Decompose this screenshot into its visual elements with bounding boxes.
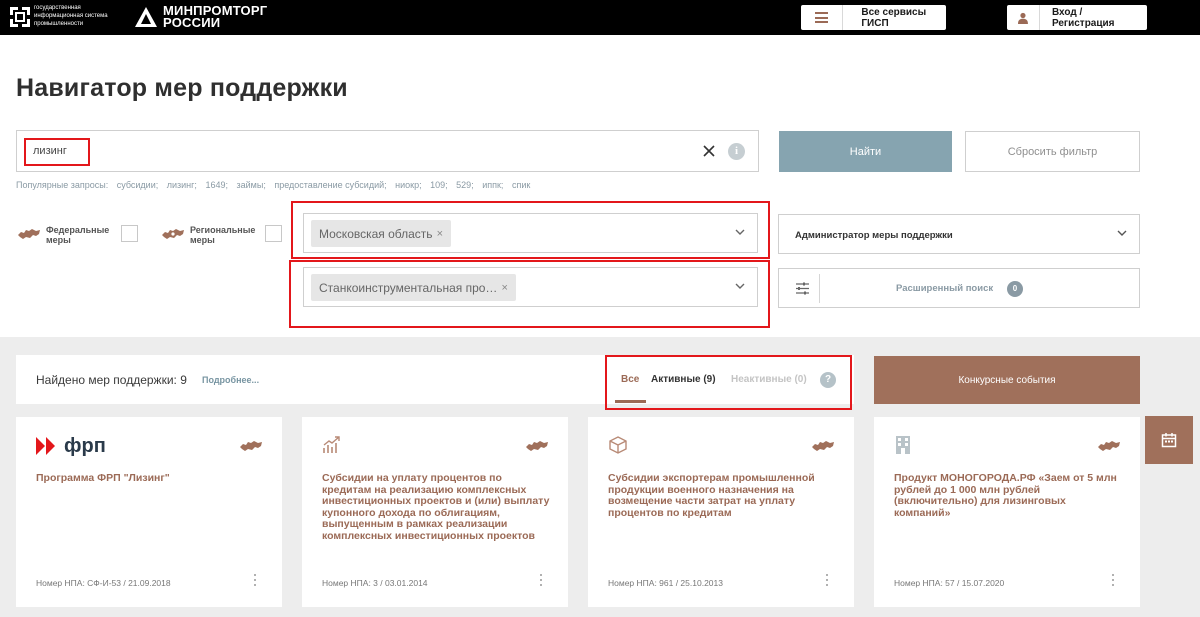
popular-query-link[interactable]: займы; [237,180,266,190]
box-icon [609,436,627,454]
support-measure-card[interactable]: Субсидии экспортерам промышленной продук… [588,417,854,607]
regional-measures-label: Региональные меры [190,225,256,245]
card-npa: Номер НПА: 3 / 03.01.2014 [322,578,428,588]
more-vertical-icon[interactable] [1111,574,1115,588]
russia-map-icon [812,441,834,451]
help-icon[interactable]: ? [820,372,836,388]
find-button[interactable]: Найти [779,131,952,172]
card-npa: Номер НПА: 961 / 25.10.2013 [608,578,723,588]
industry-chip[interactable]: Станкоинструментальная про… × [311,274,516,301]
russia-map-icon [1098,441,1120,451]
info-icon[interactable]: i [728,143,745,160]
region-select[interactable]: Московская область × [303,213,758,253]
frp-logo-icon: фрп [36,435,106,457]
support-measure-card[interactable]: Продукт МОНОГОРОДА.РФ «Заем от 5 млн руб… [874,417,1140,607]
popular-query-link[interactable]: ниокр; [395,180,421,190]
card-title[interactable]: Программа ФРП "Лизинг" [36,472,266,485]
calendar-button[interactable] [1145,416,1193,464]
divider [841,5,843,30]
all-services-label: Все сервисы ГИСП [861,6,927,29]
gisp-logo-text: государственная информационная система п… [34,5,108,27]
tab-inactive[interactable]: Неактивные (0) [731,374,807,385]
chevron-down-icon[interactable] [735,229,745,236]
tab-all-underline [615,400,646,403]
more-vertical-icon[interactable] [825,574,829,588]
advanced-search-label: Расширенный поиск [896,283,994,294]
chevron-down-icon[interactable] [1117,230,1127,237]
sliders-icon [796,282,809,295]
popular-query-link[interactable]: предоставление субсидий; [274,180,386,190]
support-measure-card[interactable]: Субсидии на уплату процентов по кредитам… [302,417,568,607]
russia-map-icon [18,229,40,239]
regional-measures-checkbox[interactable] [265,225,282,242]
advanced-search-button[interactable]: Расширенный поиск 0 [778,268,1140,308]
tab-active[interactable]: Активные (9) [651,374,716,385]
russia-map-icon [162,229,184,239]
chip-remove-icon[interactable]: × [501,282,507,294]
search-input[interactable]: лизинг i [16,130,759,172]
popular-queries-label: Популярные запросы: [16,180,109,190]
user-icon [1017,12,1028,24]
popular-query-link[interactable]: 109; [430,180,448,190]
more-link[interactable]: Подробнее... [202,375,259,385]
card-npa: Номер НПА: 57 / 15.07.2020 [894,578,1005,588]
card-npa: Номер НПА: СФ-И-53 / 21.09.2018 [36,578,171,588]
reset-filter-button[interactable]: Сбросить фильтр [965,131,1140,172]
advanced-search-count-badge: 0 [1007,281,1023,297]
calendar-icon [1161,433,1177,448]
card-title[interactable]: Субсидии на уплату процентов по кредитам… [322,472,552,542]
contest-events-button[interactable]: Конкурсные события [874,356,1140,404]
more-vertical-icon[interactable] [253,574,257,588]
divider [819,274,820,303]
building-icon [896,436,910,454]
all-services-button[interactable]: Все сервисы ГИСП [801,5,946,30]
frp-logo-text: фрп [64,435,106,457]
popular-query-link[interactable]: лизинг; [167,180,197,190]
administrator-select[interactable]: Администратор меры поддержки [778,214,1140,254]
card-title[interactable]: Продукт МОНОГОРОДА.РФ «Заем от 5 млн руб… [894,472,1124,519]
support-measure-card[interactable]: фрп Программа ФРП "Лизинг" Номер НПА: СФ… [16,417,282,607]
found-count: Найдено мер поддержки: 9 [36,373,187,387]
federal-measures-checkbox[interactable] [121,225,138,242]
growth-chart-icon [323,436,340,453]
popular-queries: Популярные запросы: субсидии; лизинг; 16… [16,180,536,190]
ministry-logo-icon[interactable] [134,6,158,28]
close-icon[interactable] [701,143,717,159]
login-button[interactable]: Вход / Регистрация [1007,5,1147,30]
popular-query-link[interactable]: 1649; [205,180,228,190]
russia-map-icon [526,441,548,451]
login-label: Вход / Регистрация [1051,6,1115,29]
more-vertical-icon[interactable] [539,574,543,588]
chevron-down-icon[interactable] [735,283,745,290]
federal-measures-label: Федеральные меры [46,225,110,245]
chip-remove-icon[interactable]: × [437,228,443,240]
menu-icon [815,12,828,23]
frp-arrows-icon [36,437,55,455]
top-header: государственная информационная система п… [0,0,1200,35]
russia-map-icon [240,441,262,451]
industry-select[interactable]: Станкоинструментальная про… × [303,267,758,307]
page-title: Навигатор мер поддержки [16,74,348,102]
region-chip[interactable]: Московская область × [311,220,451,247]
tab-all[interactable]: Все [621,374,639,385]
administrator-label: Администратор меры поддержки [795,230,953,241]
card-title[interactable]: Субсидии экспортерам промышленной продук… [608,472,838,519]
popular-query-link[interactable]: субсидии; [117,180,159,190]
found-bar: Найдено мер поддержки: 9 Подробнее... [16,355,854,404]
search-value: лизинг [33,145,67,157]
popular-query-link[interactable]: спик [512,180,530,190]
ministry-logo-text[interactable]: МИНПРОМТОРГ РОССИИ [163,4,267,29]
gisp-logo-icon[interactable] [8,5,32,29]
popular-query-link[interactable]: иппк; [482,180,503,190]
popular-query-link[interactable]: 529; [456,180,474,190]
divider [1038,5,1040,30]
